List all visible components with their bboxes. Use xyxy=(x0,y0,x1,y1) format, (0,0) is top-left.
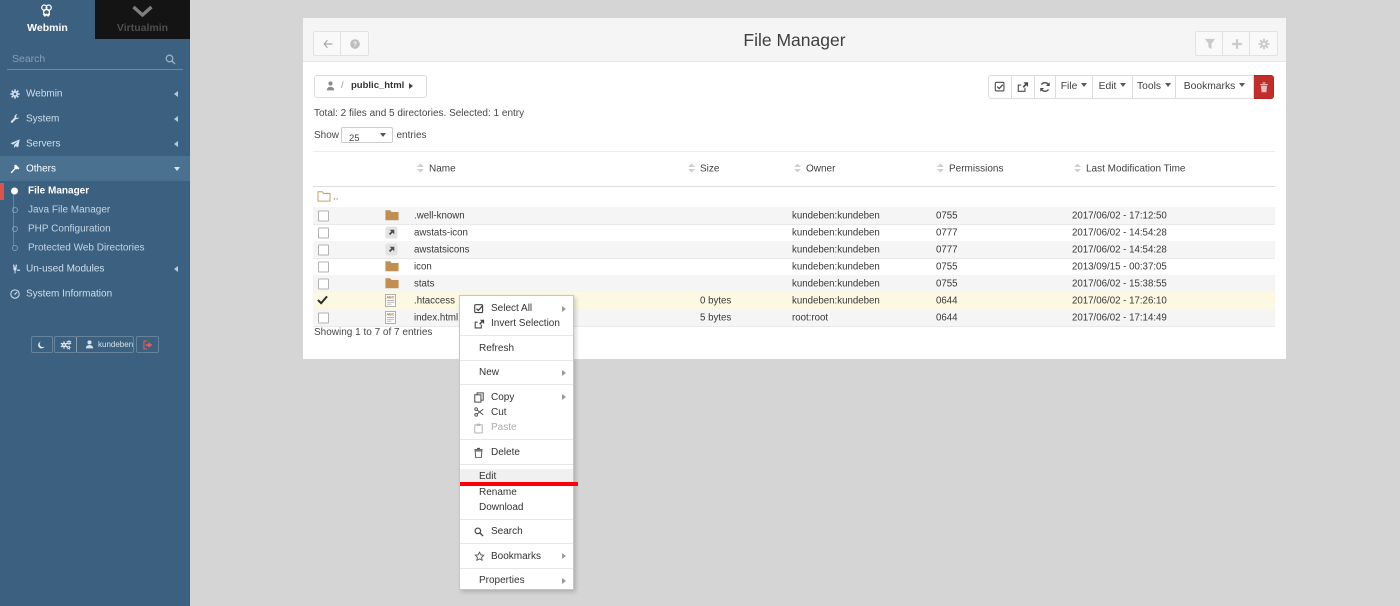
svg-text:ABC: ABC xyxy=(387,295,395,299)
svg-text:?: ? xyxy=(352,41,356,48)
svg-text:ABC: ABC xyxy=(387,312,395,316)
